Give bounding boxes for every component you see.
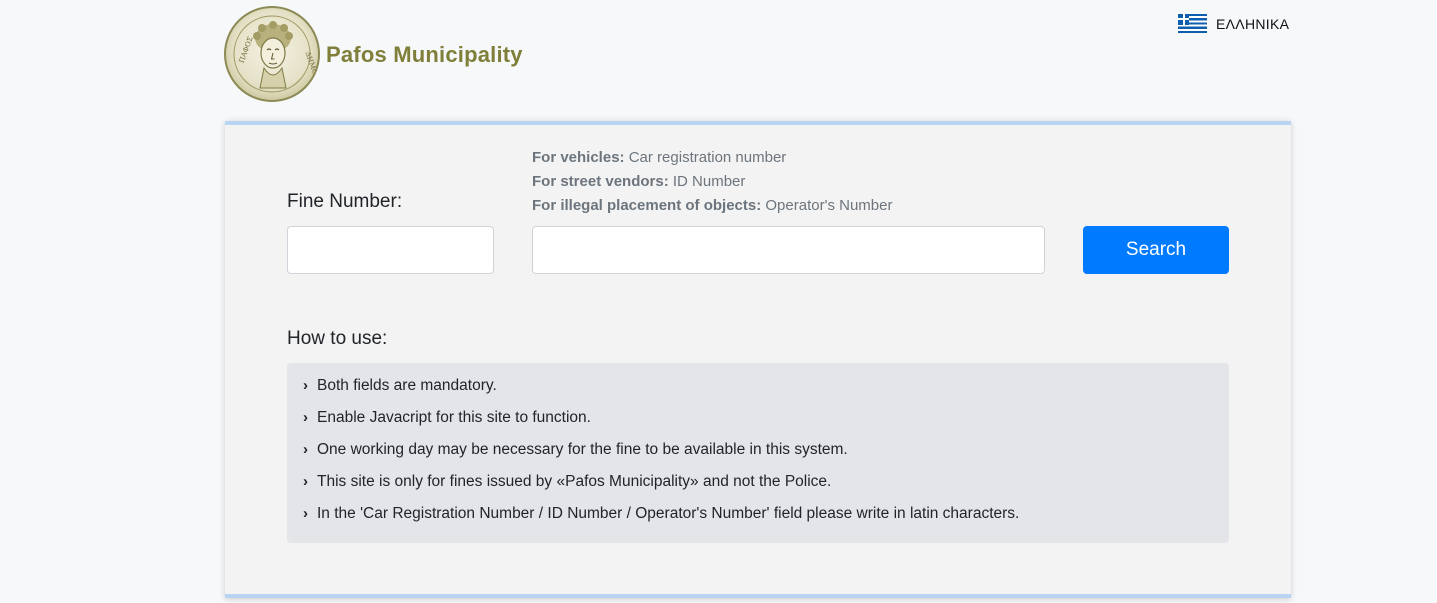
brand-name: Pafos Municipality (326, 42, 523, 67)
chevron-right-icon: › (303, 441, 308, 458)
hint-vehicles: For vehicles: Car registration number (532, 149, 787, 166)
fine-number-label: Fine Number: (287, 191, 403, 212)
how-to-use-title: How to use: (287, 328, 388, 349)
pafos-municipality-seal-icon: ΠΑΦΟΣ ΔΗΜΟΣ (224, 6, 320, 102)
list-item: › One working day may be necessary for th… (303, 437, 1213, 469)
list-item: › In the 'Car Registration Number / ID Nu… (303, 501, 1213, 533)
identifier-hints: For vehicles: Car registration number Fo… (532, 146, 892, 218)
chevron-right-icon: › (303, 409, 308, 426)
svg-text:ΠΑΦΟΣ: ΠΑΦΟΣ (238, 35, 255, 64)
language-switch[interactable]: ΕΛΛΗΝΙΚΑ (1178, 14, 1289, 33)
fine-number-input[interactable] (287, 226, 494, 274)
chevron-right-icon: › (303, 377, 308, 394)
chevron-right-icon: › (303, 473, 308, 490)
chevron-right-icon: › (303, 505, 308, 522)
site-logo[interactable]: ΠΑΦΟΣ ΔΗΜΟΣ Pafos Municipality (224, 6, 523, 102)
hint-objects: For illegal placement of objects: Operat… (532, 197, 893, 214)
list-item: › This site is only for fines issued by «… (303, 469, 1213, 501)
language-switch-label: ΕΛΛΗΝΙΚΑ (1216, 15, 1290, 32)
identifier-input[interactable] (532, 226, 1045, 274)
greek-flag-icon (1178, 14, 1207, 33)
how-to-use-list: › Both fields are mandatory. › Enable Java… (303, 373, 1213, 533)
how-to-use-box: › Both fields are mandatory. › Enable Java… (287, 363, 1229, 543)
list-item: › Enable Javacript for this site to funct… (303, 405, 1213, 437)
search-button[interactable]: Search (1083, 226, 1229, 274)
fine-search-card: Fine Number: For vehicles: Car registrat… (225, 121, 1291, 598)
hint-street-vendors: For street vendors: ID Number (532, 173, 746, 190)
list-item: › Both fields are mandatory. (303, 373, 1213, 405)
svg-text:ΔΗΜΟΣ: ΔΗΜΟΣ (303, 50, 318, 80)
